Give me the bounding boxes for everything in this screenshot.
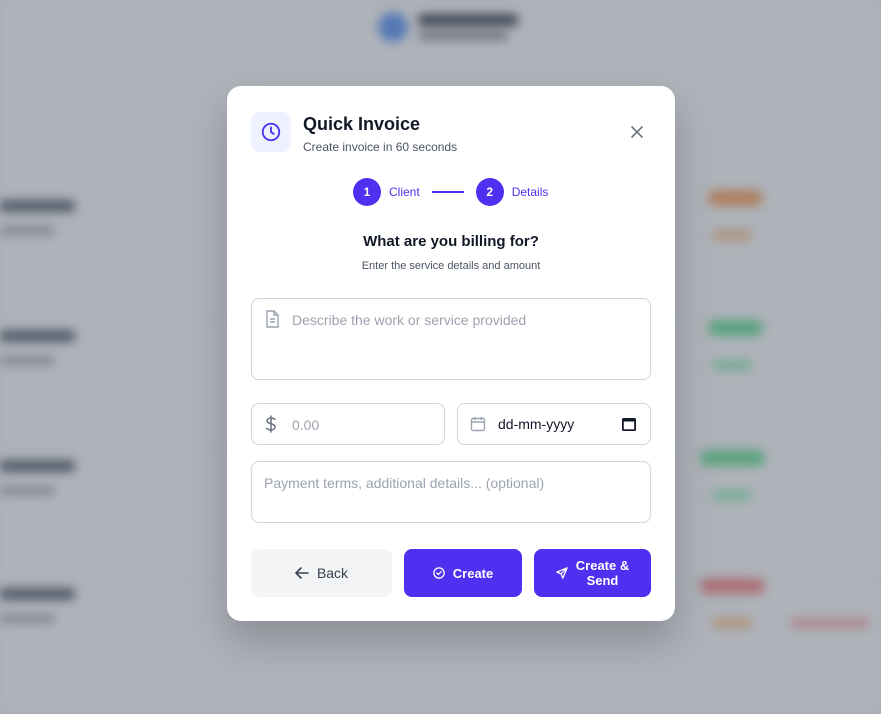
quick-invoice-modal: Quick Invoice Create invoice in 60 secon… — [227, 86, 675, 621]
step-connector — [431, 191, 464, 193]
notes-placeholder: Payment terms, additional details... (op… — [264, 475, 545, 491]
step-1-circle: 1 — [353, 178, 381, 206]
step-2-label: Details — [511, 185, 549, 199]
clock-icon — [251, 112, 291, 152]
description-field[interactable]: Describe the work or service provided — [251, 298, 651, 380]
arrow-left-icon — [295, 566, 309, 580]
create-send-label: Create & Send — [575, 558, 630, 588]
description-placeholder: Describe the work or service provided — [292, 312, 527, 328]
create-send-button[interactable]: Create & Send — [534, 549, 651, 597]
back-label: Back — [316, 565, 349, 581]
create-button[interactable]: Create — [404, 549, 522, 597]
back-button[interactable]: Back — [251, 549, 392, 597]
step-2-circle: 2 — [475, 178, 504, 206]
send-icon — [555, 567, 568, 579]
check-circle-icon — [432, 567, 445, 579]
create-label: Create — [452, 565, 494, 581]
dollar-icon — [264, 415, 278, 433]
calendar-icon — [470, 416, 486, 432]
notes-field[interactable]: Payment terms, additional details... (op… — [251, 461, 651, 523]
amount-field[interactable]: 0.00 — [251, 403, 445, 445]
amount-placeholder: 0.00 — [292, 417, 320, 433]
stepper: 1 Client 2 Details — [353, 178, 548, 206]
document-icon — [264, 310, 280, 328]
date-value: dd-mm-yyyy — [498, 416, 575, 432]
modal-subtitle: Create invoice in 60 seconds — [303, 140, 458, 154]
due-date-field[interactable]: dd-mm-yyyy — [457, 403, 651, 445]
section-title: What are you billing for? — [363, 233, 539, 250]
close-icon[interactable] — [627, 122, 647, 142]
modal-title: Quick Invoice — [303, 114, 421, 134]
section-subtitle: Enter the service details and amount — [361, 260, 541, 272]
calendar-picker-icon[interactable] — [622, 417, 636, 431]
step-1-label: Client — [389, 185, 420, 199]
